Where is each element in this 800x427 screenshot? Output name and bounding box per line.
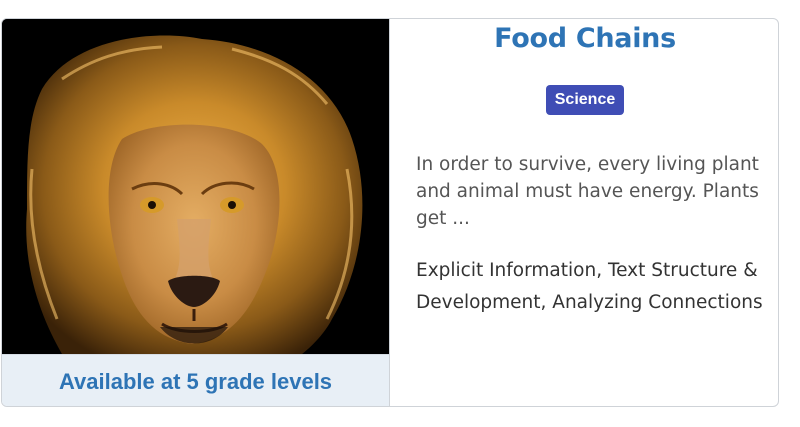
lion-illustration bbox=[2, 19, 389, 354]
card-skills: Explicit Information, Text Structure & D… bbox=[416, 260, 763, 313]
card-title[interactable]: Food Chains bbox=[390, 23, 778, 54]
subject-badge[interactable]: Science bbox=[545, 85, 625, 115]
lesson-card[interactable]: Available at 5 grade levels Food Chains … bbox=[1, 18, 779, 407]
badge-container: Science bbox=[390, 85, 778, 115]
grade-levels-bar[interactable]: Available at 5 grade levels bbox=[2, 354, 389, 406]
grade-levels-text[interactable]: Available at 5 grade levels bbox=[59, 369, 332, 395]
lion-image[interactable] bbox=[2, 19, 389, 354]
card-details: Food Chains Science In order to survive,… bbox=[390, 19, 778, 406]
card-media: Available at 5 grade levels bbox=[2, 19, 390, 406]
card-description: In order to survive, every living plant … bbox=[416, 154, 759, 229]
